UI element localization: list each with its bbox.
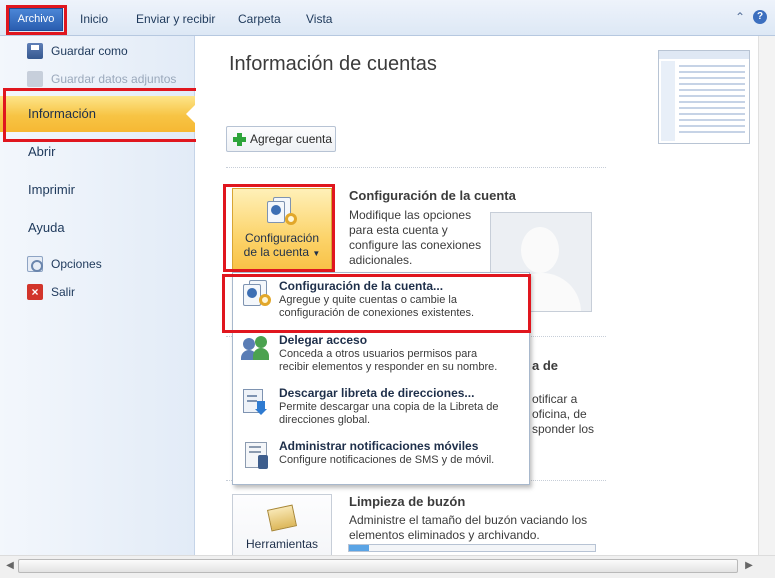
- account-settings-button-label-2: de la cuenta ▼: [243, 245, 321, 259]
- account-settings-button[interactable]: Configuración de la cuenta ▼: [232, 188, 332, 270]
- tab-vista[interactable]: Vista: [298, 6, 340, 32]
- menu-item-title: Configuración de la cuenta...: [279, 279, 444, 293]
- menu-item-description: Configure notificaciones de SMS y de móv…: [279, 454, 495, 466]
- options-icon: [27, 256, 43, 272]
- nav-save-attachments-label: Guardar datos adjuntos: [51, 72, 177, 86]
- nav-options-label: Opciones: [51, 257, 102, 271]
- nav-options[interactable]: Opciones: [27, 254, 102, 274]
- nav-open[interactable]: Abrir: [0, 134, 195, 170]
- account-settings-title: Configuración de la cuenta: [349, 188, 516, 203]
- nav-save-as[interactable]: Guardar como: [27, 41, 128, 61]
- menu-item-download-address-book[interactable]: Descargar libreta de direcciones... Perm…: [233, 383, 529, 433]
- nav-exit[interactable]: × Salir: [27, 282, 75, 302]
- account-settings-button-label: Configuración: [244, 231, 320, 245]
- nav-exit-label: Salir: [51, 285, 76, 299]
- backstage-nav: Guardar como Guardar datos adjuntos Info…: [0, 36, 195, 578]
- window-preview-thumbnail: [658, 50, 750, 144]
- menu-item-description: Conceda a otros usuarios permisos para r…: [279, 348, 498, 373]
- scroll-left-icon[interactable]: ◀: [3, 559, 17, 573]
- mailbox-usage-fill: [349, 545, 369, 551]
- scroll-right-icon[interactable]: ▶: [742, 559, 756, 573]
- save-as-icon: [27, 43, 43, 59]
- tab-inicio[interactable]: Inicio: [72, 6, 116, 32]
- attachment-icon: [27, 71, 43, 87]
- partial-section-description: otificar a oficina, de sponder los: [532, 392, 595, 436]
- cleanup-tools-label: Herramientas: [245, 537, 319, 551]
- account-settings-menu: Configuración de la cuenta... Agregue y …: [232, 272, 530, 485]
- menu-item-title: Delegar acceso: [279, 333, 368, 347]
- mailbox-cleanup-title: Limpieza de buzón: [349, 494, 466, 509]
- address-book-download-icon: [241, 387, 271, 417]
- mailbox-usage-bar: [348, 544, 596, 552]
- account-settings-icon: [241, 280, 271, 310]
- menu-item-mobile-notifications[interactable]: Administrar notificaciones móviles Confi…: [233, 436, 529, 486]
- account-settings-icon: [265, 197, 299, 227]
- mobile-notifications-icon: [241, 440, 271, 470]
- dropdown-arrow-icon: ▼: [312, 249, 321, 258]
- menu-item-delegate-access[interactable]: Delegar acceso Conceda a otros usuarios …: [233, 330, 529, 380]
- partial-section-title: a de: [532, 358, 559, 373]
- nav-print[interactable]: Imprimir: [0, 172, 195, 208]
- menu-item-description: Permite descargar una copia de la Libret…: [279, 401, 499, 426]
- mailbox-cleanup-description: Administre el tamaño del buzón vaciando …: [349, 513, 588, 542]
- tab-enviar-recibir[interactable]: Enviar y recibir: [128, 6, 223, 32]
- nav-help[interactable]: Ayuda: [0, 210, 195, 246]
- tab-archivo[interactable]: Archivo: [9, 8, 63, 31]
- account-settings-description: Modifique las opciones para esta cuenta …: [349, 208, 482, 267]
- horizontal-scrollbar[interactable]: ◀ ▶: [0, 555, 775, 578]
- menu-item-description: Agregue y quite cuentas o cambie la conf…: [279, 294, 475, 319]
- delegate-users-icon: [241, 334, 271, 364]
- nav-save-attachments[interactable]: Guardar datos adjuntos: [27, 69, 176, 89]
- menu-item-account-settings[interactable]: Configuración de la cuenta... Agregue y …: [233, 276, 529, 326]
- mailbox-cleanup-icon: [266, 504, 298, 532]
- tab-carpeta[interactable]: Carpeta: [230, 6, 289, 32]
- collapse-ribbon-icon[interactable]: ⌃: [735, 10, 745, 24]
- vertical-scrollbar[interactable]: [758, 36, 775, 555]
- add-account-button[interactable]: Agregar cuenta: [226, 126, 336, 152]
- plus-icon: [233, 132, 246, 146]
- ribbon-tab-bar: Archivo Inicio Enviar y recibir Carpeta …: [0, 0, 775, 36]
- menu-item-title: Administrar notificaciones móviles: [279, 439, 479, 453]
- nav-info[interactable]: Información: [0, 96, 195, 132]
- divider: [226, 167, 606, 168]
- menu-item-title: Descargar libreta de direcciones...: [279, 386, 475, 400]
- scroll-thumb[interactable]: [18, 559, 738, 573]
- exit-icon: ×: [27, 284, 43, 300]
- page-title: Información de cuentas: [229, 53, 437, 75]
- add-account-label: Agregar cuenta: [250, 132, 333, 146]
- help-icon[interactable]: ?: [753, 10, 767, 24]
- nav-save-as-label: Guardar como: [51, 44, 128, 58]
